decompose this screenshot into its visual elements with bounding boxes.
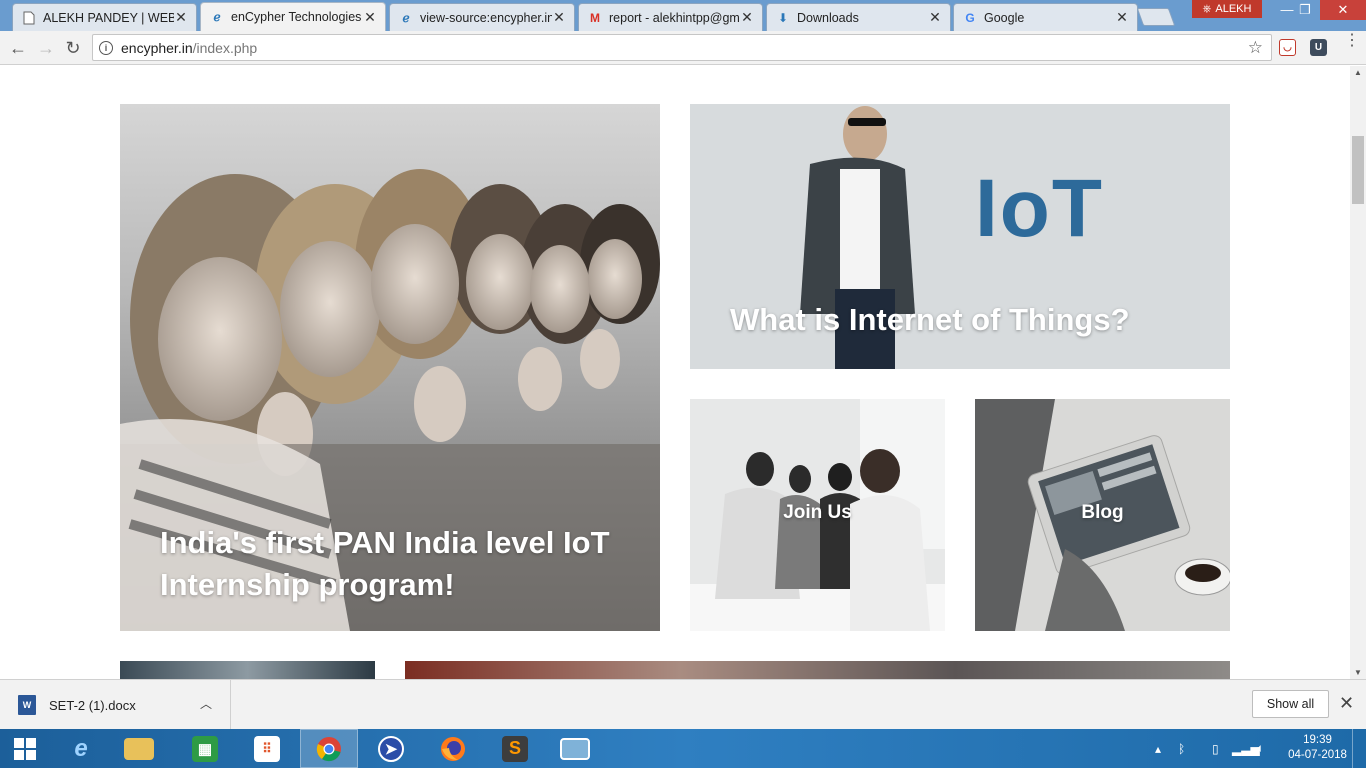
download-file-name: SET-2 (1).docx <box>49 697 136 713</box>
sublime-text-icon: S <box>502 735 528 762</box>
iot-title: What is Internet of Things? <box>730 302 1130 337</box>
download-item[interactable]: W SET-2 (1).docx ︿ <box>0 680 231 730</box>
tab-title: Downloads <box>797 10 859 25</box>
url-path: /index.php <box>192 39 258 56</box>
url-host: encypher.in <box>121 39 193 56</box>
tab-google[interactable]: G Google ✕ <box>953 3 1138 31</box>
taskbar-file-explorer[interactable] <box>112 729 166 768</box>
taskbar-internet-explorer[interactable]: e <box>54 729 108 768</box>
blog-card[interactable]: Blog <box>975 399 1230 631</box>
iot-sign-text: IoT <box>975 163 1104 254</box>
windows-logo-icon <box>14 737 36 760</box>
tab-strip: ALEKH PANDEY | WEB D ✕ ℯ enCypher Techno… <box>0 0 1366 31</box>
downloads-shelf: W SET-2 (1).docx ︿ Show all ✕ <box>0 679 1366 730</box>
tab-title: enCypher Technologies <box>231 10 362 24</box>
tab-close-icon[interactable]: ✕ <box>1115 9 1129 26</box>
start-button[interactable] <box>0 729 50 768</box>
photos-icon <box>560 737 590 760</box>
encypher-icon: ℯ <box>402 10 410 25</box>
next-card-left[interactable] <box>120 661 375 679</box>
scroll-down-arrow-icon[interactable]: ▼ <box>1354 668 1362 677</box>
new-tab-button[interactable] <box>1136 8 1176 26</box>
profile-badge[interactable]: ⎈ ALEKH <box>1192 0 1262 18</box>
taskbar-sublime-text[interactable]: S <box>488 729 542 768</box>
incognito-icon: ⎈ <box>1202 2 1212 15</box>
scroll-thumb[interactable] <box>1352 136 1364 204</box>
address-bar[interactable]: i encypher.in /index.php ☆ <box>92 34 1272 61</box>
tab-encypher[interactable]: ℯ enCypher Technologies ✕ <box>200 2 386 31</box>
tab-close-icon[interactable]: ✕ <box>740 9 754 26</box>
taskbar-apps[interactable]: ⠿ <box>240 729 294 768</box>
tab-title: Google <box>984 10 1025 25</box>
forward-button[interactable]: → <box>34 36 58 60</box>
windows-taskbar: e ▦ ⠿ ➤ S ▴ ᛒ ▯ ▂▃▅ 🔈︎ 19:39 04-07-2018 <box>0 729 1366 768</box>
gmail-icon: M <box>590 10 600 25</box>
profile-name: ALEKH <box>1215 3 1252 15</box>
tab-close-icon[interactable]: ✕ <box>928 9 942 26</box>
word-document-icon: W <box>18 695 36 715</box>
bookmark-star-icon[interactable]: ☆ <box>1248 38 1263 58</box>
store-icon: ▦ <box>192 735 218 762</box>
internship-title: India's first PAN India level IoT Intern… <box>160 525 610 602</box>
compass-icon: ➤ <box>378 735 404 762</box>
close-shelf-icon[interactable]: ✕ <box>1339 693 1354 714</box>
extension-icon[interactable]: U <box>1310 39 1327 56</box>
taskbar-app-compass[interactable]: ➤ <box>364 729 418 768</box>
internship-card[interactable]: India's first PAN India level IoT Intern… <box>120 104 660 631</box>
restore-button[interactable]: ❐ <box>1290 0 1320 20</box>
page-viewport: India's first PAN India level IoT Intern… <box>0 66 1350 679</box>
tab-title: report - alekhintpp@gm <box>609 10 740 25</box>
taskbar-photos[interactable] <box>548 729 602 768</box>
iot-card[interactable]: IoT What is Internet of Things? <box>690 104 1230 369</box>
download-icon: ⬇ <box>777 10 789 25</box>
internet-explorer-icon: e <box>74 734 88 762</box>
close-window-button[interactable]: ✕ <box>1320 0 1366 20</box>
chrome-icon <box>316 736 341 761</box>
back-button[interactable]: ← <box>6 36 30 60</box>
vertical-scrollbar[interactable]: ▲ ▼ <box>1350 66 1366 679</box>
join-us-title: Join Us <box>783 502 852 523</box>
firefox-icon <box>441 736 465 761</box>
tab-close-icon[interactable]: ✕ <box>174 9 188 26</box>
tab-title: ALEKH PANDEY | WEB D <box>43 10 174 25</box>
chevron-up-icon[interactable]: ︿ <box>200 695 212 712</box>
show-desktop-button[interactable] <box>1352 729 1366 768</box>
page-icon <box>21 10 37 26</box>
volume-icon[interactable]: 🔈︎ <box>1257 729 1264 768</box>
tab-downloads[interactable]: ⬇ Downloads ✕ <box>766 3 951 31</box>
site-info-icon[interactable]: i <box>99 40 113 55</box>
bluetooth-icon[interactable]: ᛒ <box>1178 729 1185 768</box>
encypher-icon: ℯ <box>213 10 221 24</box>
show-all-button[interactable]: Show all <box>1252 690 1329 718</box>
battery-icon[interactable]: ▯ <box>1212 729 1219 768</box>
clock-date: 04-07-2018 <box>1288 749 1347 761</box>
menu-icon[interactable]: ⋮ <box>1344 33 1360 49</box>
tab-close-icon[interactable]: ✕ <box>552 9 566 26</box>
tab-close-icon[interactable]: ✕ <box>363 9 377 26</box>
taskbar-chrome[interactable] <box>300 729 358 768</box>
browser-toolbar: ← → ↻ i encypher.in /index.php ☆ ◡ U ⋮ <box>0 31 1366 65</box>
system-clock[interactable]: 19:39 04-07-2018 <box>1285 733 1350 763</box>
blog-title: Blog <box>1081 502 1124 523</box>
show-hidden-icons-icon[interactable]: ▴ <box>1155 729 1161 768</box>
google-icon: G <box>965 10 975 25</box>
network-signal-icon[interactable]: ▂▃▅ <box>1232 729 1260 768</box>
taskbar-firefox[interactable] <box>426 729 480 768</box>
apps-grid-icon: ⠿ <box>254 735 280 762</box>
folder-icon <box>124 737 154 760</box>
reload-icon[interactable]: ↻ <box>61 36 85 60</box>
next-card-right[interactable] <box>405 661 1230 679</box>
join-us-card[interactable]: Join Us <box>690 399 945 631</box>
tab-gmail-report[interactable]: M report - alekhintpp@gm ✕ <box>578 3 763 31</box>
clock-time: 19:39 <box>1303 734 1332 746</box>
taskbar-store[interactable]: ▦ <box>178 729 232 768</box>
scroll-up-arrow-icon[interactable]: ▲ <box>1354 68 1362 77</box>
tab-title: view-source:encypher.in <box>420 10 552 25</box>
tab-view-source[interactable]: ℯ view-source:encypher.in ✕ <box>389 3 575 31</box>
tab-alekh-pandey[interactable]: ALEKH PANDEY | WEB D ✕ <box>12 3 197 31</box>
pocket-extension-icon[interactable]: ◡ <box>1279 39 1296 56</box>
